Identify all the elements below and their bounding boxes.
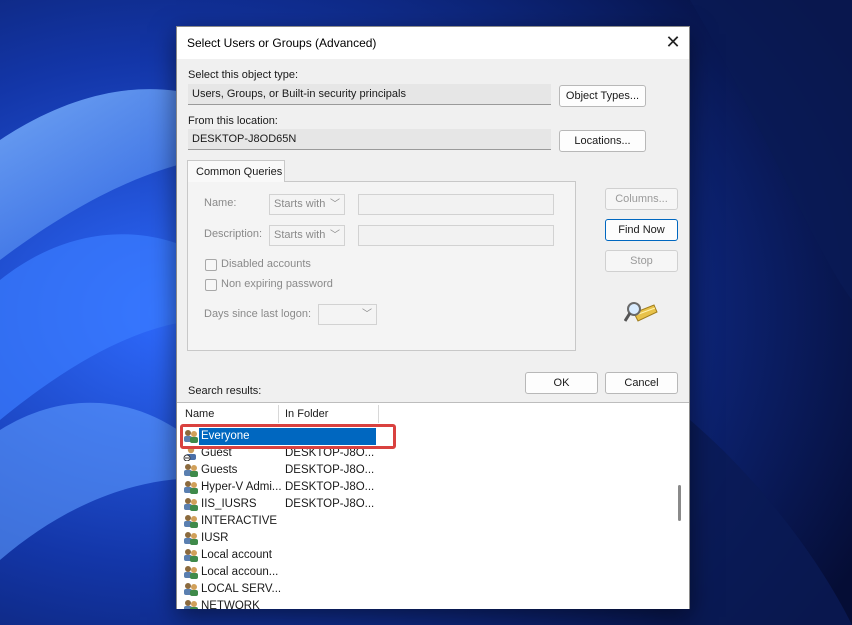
table-row[interactable]: Local account <box>183 547 483 564</box>
group-icon <box>183 599 199 609</box>
group-icon <box>183 565 199 580</box>
chevron-down-icon: ﹀ <box>330 199 340 210</box>
location-label: From this location: <box>188 115 278 127</box>
columns-button[interactable]: Columns... <box>605 188 678 210</box>
row-folder: DESKTOP-J8O... <box>285 464 375 476</box>
disabled-accounts-label: Disabled accounts <box>221 258 311 270</box>
row-name: NETWORK <box>201 600 260 609</box>
object-type-label: Select this object type: <box>188 69 299 81</box>
search-results-list[interactable]: Name In Folder Everyone Guest DESKTOP-J8O.… <box>177 402 689 609</box>
row-name: Local accoun... <box>201 566 279 578</box>
chevron-down-icon: ﹀ <box>330 230 340 241</box>
days-since-logon-dropdown[interactable]: ﹀ <box>318 304 377 325</box>
select-users-dialog: Select Users or Groups (Advanced) ✕ Sele… <box>176 26 690 609</box>
non-expiring-password-label: Non expiring password <box>221 278 333 290</box>
common-queries-panel: Name: Starts with ﹀ Description: Starts … <box>187 181 576 351</box>
title-bar: Select Users or Groups (Advanced) ✕ <box>177 27 689 59</box>
row-name: IUSR <box>201 532 229 544</box>
close-icon[interactable]: ✕ <box>657 27 689 57</box>
table-row[interactable]: Local accoun... <box>183 564 483 581</box>
table-row[interactable]: Guests DESKTOP-J8O... <box>183 462 483 479</box>
table-row[interactable]: IUSR <box>183 530 483 547</box>
column-separator[interactable] <box>378 405 379 423</box>
column-separator[interactable] <box>278 405 279 423</box>
row-folder: DESKTOP-J8O... <box>285 481 375 493</box>
find-now-button[interactable]: Find Now <box>605 219 678 241</box>
annotation-highlight-box <box>180 424 396 449</box>
disabled-accounts-checkbox[interactable] <box>205 259 217 271</box>
row-name: LOCAL SERV... <box>201 583 282 595</box>
group-icon <box>183 497 199 512</box>
row-name: Local account <box>201 549 272 561</box>
stop-button[interactable]: Stop <box>605 250 678 272</box>
group-icon <box>183 514 199 529</box>
locations-button[interactable]: Locations... <box>559 130 646 152</box>
row-name: IIS_IUSRS <box>201 498 257 510</box>
column-header-in-folder[interactable]: In Folder <box>285 405 328 423</box>
object-types-button[interactable]: Object Types... <box>559 85 646 107</box>
magnifier-over-folder-icon <box>624 302 658 322</box>
table-row[interactable]: IIS_IUSRS DESKTOP-J8O... <box>183 496 483 513</box>
table-row[interactable]: NETWORK <box>183 598 483 609</box>
group-icon <box>183 531 199 546</box>
name-mode-value: Starts with <box>274 198 326 210</box>
non-expiring-password-checkbox[interactable] <box>205 279 217 291</box>
row-name: INTERACTIVE <box>201 515 278 527</box>
group-icon <box>183 463 199 478</box>
object-type-field: Users, Groups, or Built-in security prin… <box>188 84 551 105</box>
tab-common-queries[interactable]: Common Queries <box>187 160 285 182</box>
vertical-scrollbar-thumb[interactable] <box>678 485 681 521</box>
row-name: Hyper-V Admi... <box>201 481 282 493</box>
description-input[interactable] <box>358 225 554 246</box>
name-mode-dropdown[interactable]: Starts with ﹀ <box>269 194 345 215</box>
description-mode-value: Starts with <box>274 229 326 241</box>
search-results-label: Search results: <box>188 385 262 397</box>
chevron-down-icon: ﹀ <box>362 309 372 320</box>
table-row[interactable]: LOCAL SERV... <box>183 581 483 598</box>
group-icon <box>183 582 199 597</box>
ok-button[interactable]: OK <box>525 372 598 394</box>
name-label: Name: <box>204 197 237 209</box>
days-since-logon-label: Days since last logon: <box>204 308 311 320</box>
location-field: DESKTOP-J8OD65N <box>188 129 551 150</box>
column-header-name[interactable]: Name <box>185 405 214 423</box>
name-input[interactable] <box>358 194 554 215</box>
row-folder: DESKTOP-J8O... <box>285 498 375 510</box>
description-label: Description: <box>204 228 263 240</box>
description-mode-dropdown[interactable]: Starts with ﹀ <box>269 225 345 246</box>
row-name: Guests <box>201 464 238 476</box>
dialog-title: Select Users or Groups (Advanced) <box>187 36 377 50</box>
group-icon <box>183 480 199 495</box>
table-row[interactable]: Hyper-V Admi... DESKTOP-J8O... <box>183 479 483 496</box>
group-icon <box>183 548 199 563</box>
cancel-button[interactable]: Cancel <box>605 372 678 394</box>
table-row[interactable]: INTERACTIVE <box>183 513 483 530</box>
